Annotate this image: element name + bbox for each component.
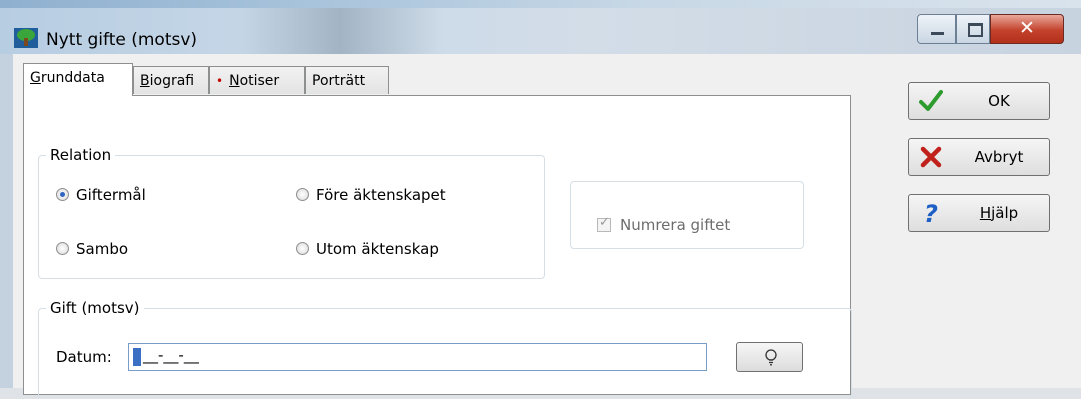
help-label: Hjälp [979, 204, 1019, 222]
tab-portratt-label: Porträtt [312, 73, 366, 89]
numrera-checkbox[interactable] [597, 215, 611, 232]
cancel-label: Avbryt [974, 148, 1024, 166]
blue-question-icon: ? [924, 201, 938, 225]
numrera-label: Numrera giftet [620, 216, 731, 234]
window-left-frame [0, 54, 13, 388]
datum-mask: __-__-__ [143, 346, 199, 364]
tree-icon [14, 28, 38, 48]
relation-group [38, 155, 545, 279]
notiser-marker-icon: • [216, 74, 224, 88]
radio-unselected-icon [56, 242, 69, 255]
svg-text:?: ? [924, 201, 938, 225]
tab-grunddata-label: runddata [40, 70, 105, 86]
maximize-button[interactable] [956, 14, 990, 44]
gift-group-title: Gift (motsv) [46, 299, 144, 317]
tab-biografi-mnemonic: B [140, 73, 150, 89]
radio-fore-aktenskapet-label: Före äktenskapet [316, 186, 446, 204]
maximize-icon [968, 23, 983, 37]
text-caret [133, 348, 141, 366]
red-x-icon [920, 146, 942, 168]
tab-biografi[interactable]: Biografi [133, 66, 209, 94]
minimize-icon [931, 32, 944, 35]
radio-selected-icon [56, 188, 69, 201]
close-button[interactable]: ✕ [990, 14, 1064, 44]
tab-portratt[interactable]: Porträtt [305, 66, 389, 94]
cancel-button[interactable]: Avbryt [908, 138, 1050, 176]
radio-unselected-icon [296, 242, 309, 255]
green-checkmark-icon [919, 90, 943, 111]
tab-notiser-mnemonic: N [229, 73, 240, 89]
radio-utom-aktenskap-label: Utom äktenskap [316, 240, 439, 258]
desktop-background-strip [0, 0, 1081, 8]
tab-notiser[interactable]: • Notiser [209, 66, 305, 94]
ok-label: OK [988, 92, 1010, 110]
datum-label: Datum: [56, 348, 112, 366]
window-title: Nytt gifte (motsv) [46, 30, 198, 50]
title-bar[interactable]: Nytt gifte (motsv) ✕ [0, 8, 1081, 54]
ok-button[interactable]: OK [908, 82, 1050, 120]
help-mnemonic: H [979, 204, 992, 222]
tab-notiser-label: otiser [239, 73, 280, 89]
tab-biografi-label: iografi [149, 73, 195, 89]
tab-grunddata-mnemonic: G [30, 70, 41, 86]
tab-grunddata[interactable]: Grunddata [23, 63, 133, 96]
minimize-button[interactable] [917, 14, 956, 44]
help-button[interactable]: ? Hjälp [908, 194, 1050, 232]
radio-giftermal-label: Giftermål [76, 186, 146, 204]
datum-input[interactable]: __-__-__ [128, 343, 707, 371]
lightbulb-icon [765, 349, 777, 366]
suggest-date-button[interactable] [736, 342, 803, 372]
close-icon: ✕ [1019, 17, 1035, 39]
relation-group-title: Relation [46, 146, 116, 164]
radio-unselected-icon [296, 188, 309, 201]
radio-sambo-label: Sambo [76, 240, 129, 258]
